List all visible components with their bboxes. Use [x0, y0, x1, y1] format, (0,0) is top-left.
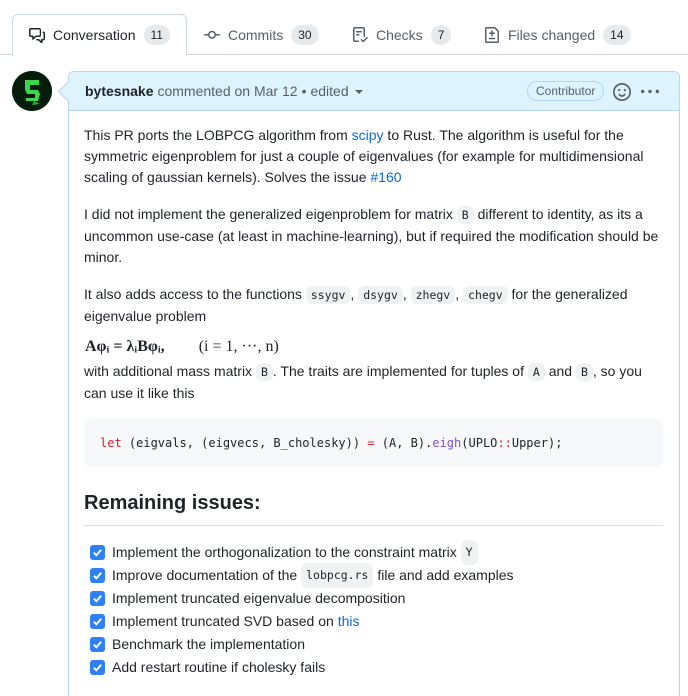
paragraph-4: with additional mass matrix B. The trait… [84, 361, 663, 404]
code-function: eigh [432, 436, 462, 450]
task-item: Implement the orthogonalization to the c… [84, 540, 663, 565]
check-icon [93, 595, 102, 603]
separator: , [455, 286, 464, 302]
text: and [544, 363, 576, 379]
task-text: Improve documentation of the [112, 567, 298, 583]
scipy-link[interactable]: scipy [352, 127, 384, 143]
task-item: Implement truncated eigenvalue decomposi… [84, 587, 663, 610]
role-badge: Contributor [527, 81, 605, 101]
task-checkbox[interactable] [90, 637, 105, 652]
inline-code: B [575, 363, 593, 381]
separator-dot: • [301, 83, 307, 99]
task-checkbox[interactable] [90, 545, 105, 560]
task-text: Add restart routine if cholesky fails [112, 659, 326, 675]
code-text: Upper); [511, 436, 563, 450]
tab-label: Conversation [53, 27, 136, 43]
tab-files-changed[interactable]: Files changed 14 [468, 14, 647, 55]
edited-label: edited [310, 83, 349, 99]
task-text: Implement truncated eigenvalue decomposi… [112, 590, 406, 606]
check-icon [93, 572, 102, 580]
check-icon [93, 641, 102, 649]
code-block[interactable]: let (eigvals, (eigvecs, B_cholesky)) = (… [84, 419, 663, 467]
separator: , [402, 286, 411, 302]
code-text: (eigvals, (eigvecs, B_cholesky)) [121, 436, 368, 450]
edited-dropdown[interactable]: edited [310, 83, 363, 99]
section-heading: Remaining issues: [84, 491, 663, 526]
tab-counter: 14 [603, 24, 631, 45]
comment-action[interactable]: commented on Mar 12 [157, 83, 297, 99]
task-item: Improve documentation of the lobpcg.rs f… [84, 563, 663, 588]
inline-code: dsygv [358, 286, 403, 304]
math-rhs: (i = 1, ···, n) [198, 337, 279, 355]
comment-header: bytesnake commented on Mar 12 • edited C… [69, 72, 679, 111]
task-list: Implement the orthogonalization to the c… [84, 540, 663, 679]
task-text: Implement the orthogonalization to the c… [112, 544, 457, 560]
check-icon [93, 618, 102, 626]
check-icon [93, 664, 102, 672]
task-text-after: file and add examples [373, 567, 514, 583]
text: It also adds access to the functions [84, 286, 306, 302]
inline-code: lobpcg.rs [301, 563, 374, 588]
inline-code: chegv [463, 286, 508, 304]
code-operator: :: [497, 436, 512, 450]
task-checkbox[interactable] [90, 660, 105, 675]
paragraph-3: It also adds access to the functions ssy… [84, 284, 663, 327]
inline-code: ssygv [305, 286, 351, 304]
tab-label: Commits [228, 26, 284, 43]
snake-logo-icon [12, 71, 52, 111]
math-lhs: Aφᵢ = λᵢBφᵢ, [85, 337, 165, 355]
file-diff-icon [485, 26, 499, 43]
tab-counter: 7 [430, 24, 452, 45]
issue-link[interactable]: #160 [370, 169, 401, 185]
task-checkbox[interactable] [90, 568, 105, 583]
code-operator: = [367, 436, 375, 450]
inline-code: zhegv [410, 286, 456, 304]
tab-label: Checks [376, 26, 423, 43]
task-checkbox[interactable] [90, 591, 105, 606]
task-item: Add restart routine if cholesky fails [84, 656, 663, 679]
inline-code: Y [460, 540, 478, 565]
inline-code: B [456, 206, 474, 224]
comment-discussion-icon [29, 28, 45, 43]
paragraph-2: I did not implement the generalized eige… [84, 204, 663, 268]
code-text: (A, B). [374, 436, 433, 450]
task-item: Implement truncated SVD based on this [84, 610, 663, 633]
comment-card: bytesnake commented on Mar 12 • edited C… [68, 71, 680, 696]
text: with additional mass matrix [84, 363, 256, 379]
smiley-icon[interactable] [613, 83, 631, 101]
tab-conversation[interactable]: Conversation 11 [12, 14, 187, 56]
comment-body: This PR ports the LOBPCG algorithm from … [69, 111, 679, 679]
task-text: Benchmark the implementation [112, 636, 305, 652]
tab-counter: 11 [143, 25, 170, 45]
check-icon [93, 549, 102, 557]
kebab-menu-icon[interactable] [641, 83, 659, 101]
checklist-icon [353, 26, 368, 42]
inline-code: B [255, 363, 273, 381]
tab-commits[interactable]: Commits 30 [188, 14, 335, 55]
code-keyword: let [100, 436, 122, 450]
tab-checks[interactable]: Checks 7 [336, 14, 467, 55]
tab-counter: 30 [291, 24, 319, 45]
chevron-down-icon [354, 90, 363, 95]
pr-tabs: Conversation 11 Commits 30 Checks 7 File… [0, 0, 688, 56]
this-link[interactable]: this [338, 611, 360, 632]
inline-code: A [527, 363, 545, 381]
comment-author[interactable]: bytesnake [85, 83, 153, 99]
avatar[interactable] [12, 71, 52, 111]
task-item: Benchmark the implementation [84, 633, 663, 656]
tab-label: Files changed [508, 26, 596, 43]
task-text: Implement truncated SVD based on [112, 613, 334, 629]
git-commit-icon [204, 30, 220, 39]
text: . The traits are implemented for tuples … [272, 363, 528, 379]
text: This PR ports the LOBPCG algorithm from [84, 127, 352, 143]
task-checkbox[interactable] [90, 614, 105, 629]
math-equation: Aφᵢ = λᵢBφᵢ, (i = 1, ···, n) [85, 333, 663, 359]
text: I did not implement the generalized eige… [84, 206, 457, 222]
paragraph-1: This PR ports the LOBPCG algorithm from … [84, 125, 663, 188]
code-text: (UPLO [461, 436, 498, 450]
